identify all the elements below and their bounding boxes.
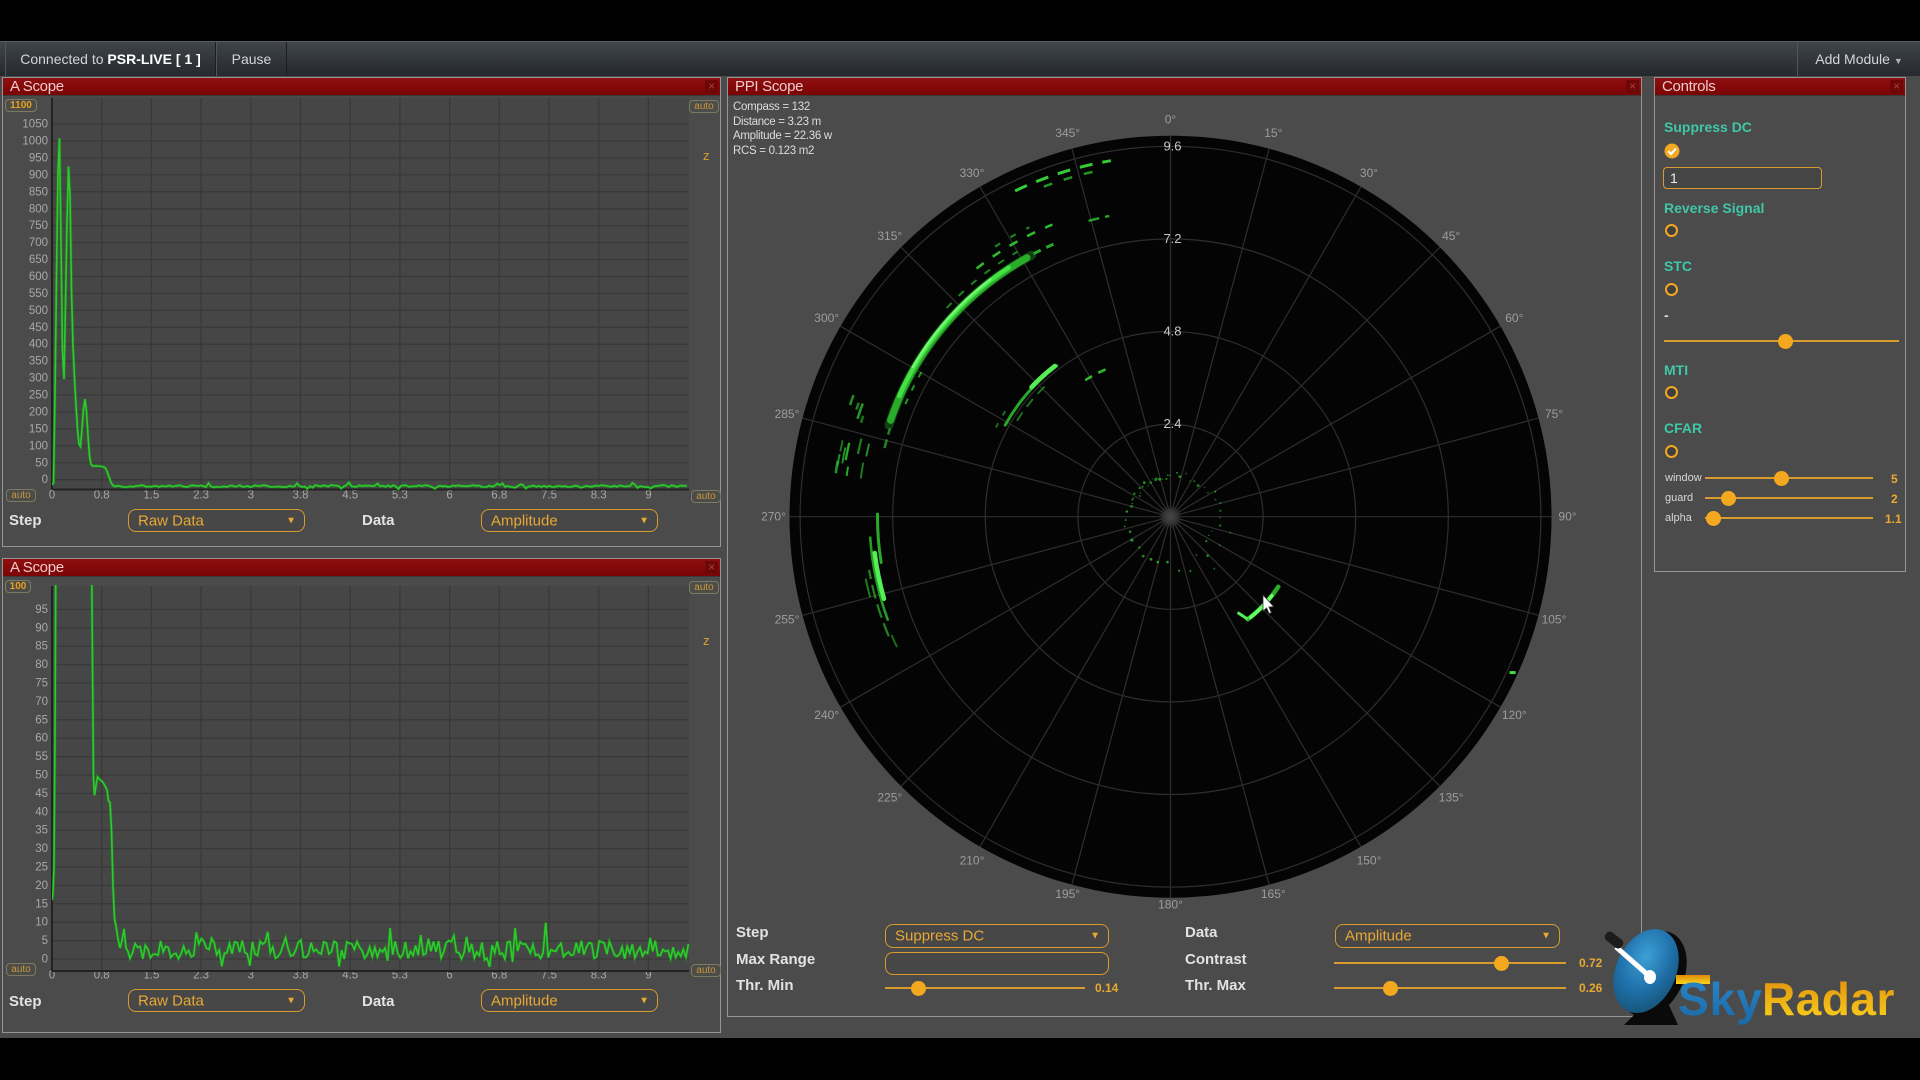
svg-text:120°: 120°	[1502, 708, 1527, 722]
svg-text:30°: 30°	[1360, 166, 1378, 180]
svg-text:80: 80	[35, 659, 48, 671]
svg-text:0°: 0°	[1165, 113, 1177, 127]
svg-text:0: 0	[42, 954, 48, 966]
svg-text:95: 95	[35, 604, 48, 616]
svg-text:105°: 105°	[1542, 613, 1567, 627]
svg-text:450: 450	[29, 322, 48, 334]
svg-text:90°: 90°	[1558, 510, 1576, 524]
svg-text:40: 40	[35, 806, 48, 818]
svg-text:100: 100	[29, 440, 48, 452]
svg-text:35: 35	[35, 825, 48, 837]
svg-text:4.5: 4.5	[342, 490, 358, 502]
svg-text:9.6: 9.6	[1163, 138, 1181, 153]
svg-text:50: 50	[35, 770, 48, 782]
svg-text:60: 60	[35, 733, 48, 745]
svg-text:55: 55	[35, 751, 48, 763]
svg-text:0.8: 0.8	[94, 490, 110, 502]
svg-text:20: 20	[35, 880, 48, 892]
svg-text:195°: 195°	[1055, 887, 1080, 901]
svg-text:135°: 135°	[1439, 790, 1464, 804]
svg-text:70: 70	[35, 696, 48, 708]
svg-text:Radar: Radar	[1762, 973, 1895, 1025]
svg-text:4.8: 4.8	[1163, 324, 1181, 339]
svg-text:15: 15	[35, 898, 48, 910]
svg-text:900: 900	[29, 169, 48, 181]
svg-text:250: 250	[29, 390, 48, 402]
svg-text:850: 850	[29, 186, 48, 198]
svg-text:300°: 300°	[814, 311, 839, 325]
svg-text:75: 75	[35, 678, 48, 690]
svg-text:7.2: 7.2	[1163, 231, 1181, 246]
svg-text:1000: 1000	[22, 136, 48, 148]
svg-text:75°: 75°	[1545, 407, 1563, 421]
svg-text:6.8: 6.8	[491, 490, 507, 502]
svg-text:255°: 255°	[775, 613, 800, 627]
svg-text:315°: 315°	[877, 229, 902, 243]
svg-text:65: 65	[35, 714, 48, 726]
svg-text:7.5: 7.5	[541, 490, 557, 502]
svg-text:45: 45	[35, 788, 48, 800]
svg-text:350: 350	[29, 356, 48, 368]
svg-text:0: 0	[42, 474, 48, 486]
svg-text:45°: 45°	[1442, 229, 1460, 243]
svg-text:2.4: 2.4	[1163, 416, 1181, 431]
svg-text:5: 5	[42, 935, 48, 947]
svg-text:0: 0	[49, 490, 55, 502]
svg-text:240°: 240°	[814, 708, 839, 722]
svg-text:6: 6	[446, 490, 452, 502]
svg-text:300: 300	[29, 373, 48, 385]
svg-text:270°: 270°	[761, 510, 786, 524]
svg-text:3: 3	[248, 490, 254, 502]
svg-text:90: 90	[35, 622, 48, 634]
svg-text:165°: 165°	[1261, 887, 1286, 901]
svg-text:15°: 15°	[1264, 126, 1282, 140]
svg-text:750: 750	[29, 220, 48, 232]
svg-text:550: 550	[29, 288, 48, 300]
svg-text:5.3: 5.3	[392, 490, 408, 502]
svg-text:800: 800	[29, 203, 48, 215]
svg-text:700: 700	[29, 237, 48, 249]
svg-text:85: 85	[35, 641, 48, 653]
svg-text:10: 10	[35, 917, 48, 929]
svg-text:210°: 210°	[960, 854, 985, 868]
svg-text:345°: 345°	[1055, 126, 1080, 140]
svg-text:600: 600	[29, 271, 48, 283]
svg-text:8.3: 8.3	[591, 490, 607, 502]
svg-text:50: 50	[35, 457, 48, 469]
svg-text:200: 200	[29, 407, 48, 419]
svg-text:225°: 225°	[877, 790, 902, 804]
svg-text:9: 9	[645, 490, 651, 502]
svg-text:330°: 330°	[960, 166, 985, 180]
svg-text:Sky: Sky	[1678, 973, 1763, 1025]
svg-text:500: 500	[29, 305, 48, 317]
svg-text:25: 25	[35, 862, 48, 874]
svg-text:285°: 285°	[775, 407, 800, 421]
svg-text:3.8: 3.8	[293, 490, 309, 502]
svg-text:1050: 1050	[22, 119, 48, 131]
svg-text:400: 400	[29, 339, 48, 351]
svg-text:60°: 60°	[1505, 311, 1523, 325]
svg-text:30: 30	[35, 843, 48, 855]
svg-text:650: 650	[29, 254, 48, 266]
svg-text:150: 150	[29, 423, 48, 435]
svg-text:150°: 150°	[1357, 854, 1382, 868]
svg-text:950: 950	[29, 153, 48, 165]
svg-text:1.5: 1.5	[143, 490, 159, 502]
svg-text:2.3: 2.3	[193, 490, 209, 502]
svg-text:180°: 180°	[1158, 898, 1183, 912]
